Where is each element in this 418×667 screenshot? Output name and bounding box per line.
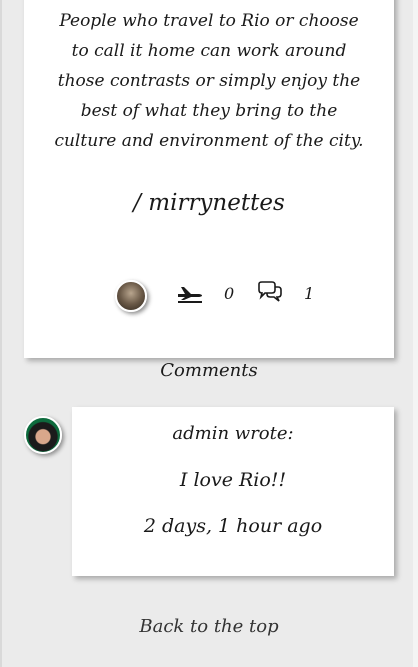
like-count: 0	[224, 284, 235, 303]
post-body-line: People who travel to Rio or choose	[59, 11, 359, 31]
author-avatar[interactable]	[115, 280, 147, 312]
post-body-line: to call it home can work around	[71, 41, 347, 61]
back-to-top-link[interactable]: Back to the top	[0, 616, 418, 637]
post-body-line: culture and environment of the city.	[54, 131, 364, 151]
comment-card: admin wrote: I love Rio!! 2 days, 1 hour…	[72, 407, 394, 576]
comment-count: 1	[304, 284, 315, 303]
commenter-avatar[interactable]	[24, 416, 62, 454]
airplane-icon[interactable]	[176, 282, 204, 304]
post-body: People who travel to Rio or choose to ca…	[24, 6, 394, 156]
post-body-line: those contrasts or simply enjoy the	[57, 71, 361, 91]
comment-author: admin wrote:	[172, 423, 294, 444]
post-meta-bar: 0 1	[24, 275, 394, 315]
speech-bubbles-icon[interactable]	[256, 280, 284, 304]
page-right-strip	[413, 0, 418, 667]
post-card: People who travel to Rio or choose to ca…	[24, 0, 394, 358]
comments-heading: Comments	[160, 360, 258, 381]
comment-text: I love Rio!!	[179, 469, 287, 491]
post-author[interactable]: / mirrynettes	[24, 190, 394, 216]
post-body-line: best of what they bring to the	[80, 101, 338, 121]
page-left-edge	[0, 0, 2, 667]
comment-timestamp: 2 days, 1 hour ago	[143, 515, 323, 537]
